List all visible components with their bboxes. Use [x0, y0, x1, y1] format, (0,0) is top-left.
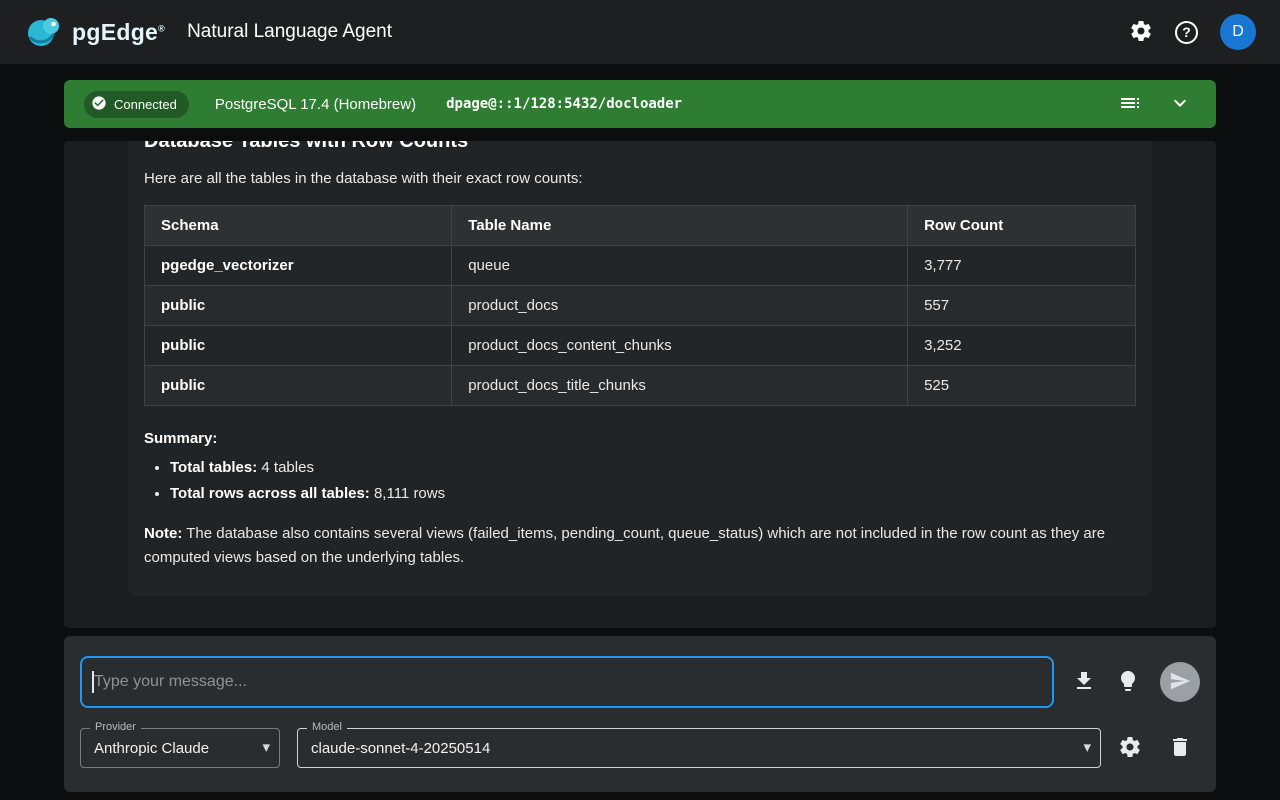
provider-select[interactable]: Provider Anthropic Claude ▾ [80, 728, 280, 768]
list-item: Total tables: 4 tables [170, 459, 1136, 476]
model-select[interactable]: Model claude-sonnet-4-20250514 ▾ [297, 728, 1101, 768]
connection-bar: Connected PostgreSQL 17.4 (Homebrew) dpa… [64, 80, 1216, 128]
summary-heading: Summary: [144, 430, 1136, 447]
cell-row-count: 3,252 [908, 326, 1136, 366]
column-header-row-count: Row Count [908, 206, 1136, 246]
page-title: Natural Language Agent [187, 21, 392, 43]
send-button[interactable] [1160, 662, 1200, 702]
model-select-label: Model [307, 721, 347, 733]
trash-icon [1168, 735, 1192, 762]
cell-table-name: product_docs_content_chunks [452, 326, 908, 366]
clear-chat-button[interactable] [1168, 735, 1192, 762]
logo-wordmark: pgEdge® [72, 19, 165, 46]
header-left: pgEdge® Natural Language Agent [24, 14, 392, 50]
provider-select-label: Provider [90, 721, 141, 733]
table-row: pgedge_vectorizer queue 3,777 [145, 246, 1136, 286]
model-controls-row: Provider Anthropic Claude ▾ Model claude… [80, 728, 1200, 768]
suggestions-button[interactable] [1116, 669, 1140, 696]
lightbulb-icon [1116, 669, 1140, 696]
summary-list: Total tables: 4 tables Total rows across… [144, 459, 1136, 502]
column-header-schema: Schema [145, 206, 452, 246]
connection-status-badge: Connected [84, 91, 189, 118]
provider-select-value: Anthropic Claude [94, 740, 209, 757]
download-button[interactable] [1072, 669, 1096, 696]
table-row: public product_docs_content_chunks 3,252 [145, 326, 1136, 366]
cell-table-name: product_docs [452, 286, 908, 326]
note-text: The database also contains several views… [144, 525, 1105, 566]
send-icon [1169, 670, 1191, 695]
composer-secondary-actions [1118, 735, 1200, 762]
cell-schema: public [145, 286, 452, 326]
user-avatar[interactable]: D [1220, 14, 1256, 50]
connection-string: dpage@::1/128:5432/docloader [446, 96, 682, 112]
text-caret [92, 671, 94, 693]
chevron-down-icon: ▾ [1083, 738, 1091, 756]
cell-schema: public [145, 366, 452, 406]
cell-schema: pgedge_vectorizer [145, 246, 452, 286]
column-header-table-name: Table Name [452, 206, 908, 246]
connection-expand-button[interactable] [1168, 91, 1192, 118]
row-counts-table: Schema Table Name Row Count pgedge_vecto… [144, 205, 1136, 406]
cell-schema: public [145, 326, 452, 366]
connection-details-button[interactable] [1118, 91, 1142, 118]
app-header: pgEdge® Natural Language Agent ? D [0, 0, 1280, 64]
cell-row-count: 525 [908, 366, 1136, 406]
gear-icon [1129, 19, 1153, 46]
bullet-label: Total rows across all tables: [170, 485, 370, 502]
table-row: public product_docs_title_chunks 525 [145, 366, 1136, 406]
chevron-down-icon [1168, 91, 1192, 118]
settings-button[interactable] [1129, 19, 1153, 46]
cell-table-name: product_docs_title_chunks [452, 366, 908, 406]
check-circle-icon [91, 95, 107, 114]
download-icon [1072, 669, 1096, 696]
help-button[interactable]: ? [1175, 21, 1198, 44]
chat-settings-button[interactable] [1118, 735, 1142, 762]
help-icon: ? [1175, 21, 1198, 44]
cell-table-name: queue [452, 246, 908, 286]
model-select-value: claude-sonnet-4-20250514 [311, 740, 490, 757]
bullet-value: 4 tables [257, 459, 314, 476]
list-item: Total rows across all tables: 8,111 rows [170, 485, 1136, 502]
connection-status-label: Connected [114, 97, 177, 112]
cell-row-count: 557 [908, 286, 1136, 326]
message-input-wrap [80, 656, 1054, 708]
input-actions [1072, 662, 1200, 702]
list-icon [1118, 91, 1142, 118]
registered-mark: ® [158, 23, 165, 33]
table-row: public product_docs 557 [145, 286, 1136, 326]
input-row [80, 656, 1200, 708]
gear-icon [1118, 735, 1142, 762]
server-version-label: PostgreSQL 17.4 (Homebrew) [215, 96, 416, 113]
cell-row-count: 3,777 [908, 246, 1136, 286]
pgedge-logo-icon [24, 14, 66, 50]
note-label: Note: [144, 525, 182, 542]
header-right: ? D [1129, 14, 1256, 50]
chevron-down-icon: ▾ [262, 738, 270, 756]
note-paragraph: Note: The database also contains several… [144, 522, 1136, 570]
composer-panel: Provider Anthropic Claude ▾ Model claude… [64, 636, 1216, 792]
message-input[interactable] [80, 656, 1054, 708]
connection-bar-actions [1118, 91, 1196, 118]
message-intro: Here are all the tables in the database … [144, 170, 1136, 187]
bullet-value: 8,111 rows [370, 485, 445, 502]
bullet-label: Total tables: [170, 459, 257, 476]
message-heading: Database Tables with Row Counts [144, 141, 1136, 153]
table-header-row: Schema Table Name Row Count [145, 206, 1136, 246]
chat-scroll-area[interactable]: Database Tables with Row Counts Here are… [64, 141, 1216, 628]
assistant-message: Database Tables with Row Counts Here are… [128, 141, 1152, 596]
